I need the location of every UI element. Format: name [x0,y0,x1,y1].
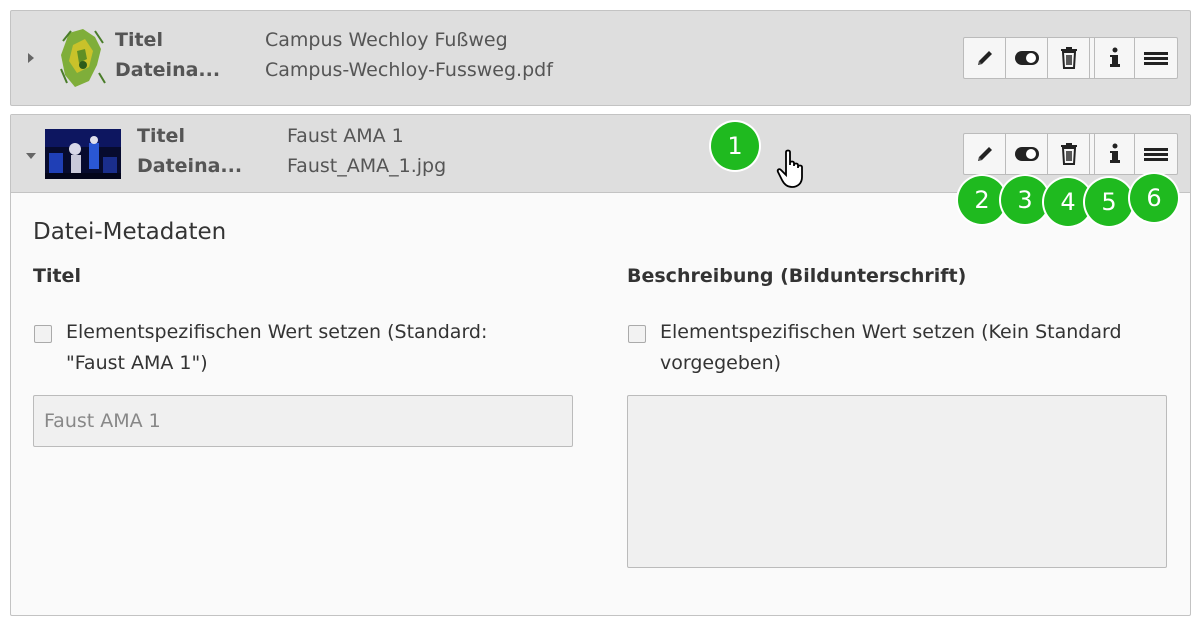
edit-button[interactable] [964,38,1006,78]
annotation-badge-3: 3 [1001,176,1049,224]
edit-button[interactable] [964,134,1006,174]
annotation-badge-5: 5 [1085,178,1133,226]
title-override-label-line1: Elementspezifischen Wert setzen (Standar… [66,321,488,343]
description-override-label: Elementspezifischen Wert setzen (Kein St… [660,317,1122,379]
drag-handle-icon [1144,148,1168,161]
pencil-icon [977,147,992,161]
title-value: Campus Wechloy Fußweg [265,29,508,51]
pencil-icon [977,51,992,65]
info-icon [1109,143,1120,163]
description-override-label-line1: Elementspezifischen Wert setzen (Kein St… [660,321,1122,343]
info-button[interactable] [1094,134,1135,174]
title-override-label-line2: "Faust AMA 1") [66,352,208,374]
toggle-icon [1014,51,1039,65]
filename-value: Faust_AMA_1.jpg [287,155,447,177]
title-override-label: Elementspezifischen Wert setzen (Standar… [66,317,487,379]
toggle-visibility-button[interactable] [1006,38,1048,78]
description-override-label-line2: vorgegeben) [660,352,782,374]
title-override-checkbox[interactable] [34,325,52,343]
info-icon [1109,47,1120,67]
filename-label: Dateina... [137,155,243,177]
annotation-badge-2: 2 [958,176,1006,224]
row-actions [963,37,1178,79]
info-button[interactable] [1094,38,1135,78]
description-textarea[interactable] [627,395,1167,568]
title-field-heading: Titel [33,265,81,287]
description-field-heading: Beschreibung (Bildunterschrift) [627,265,967,287]
title-value: Faust AMA 1 [287,125,404,147]
toggle-visibility-button[interactable] [1006,134,1048,174]
drag-handle-button[interactable] [1135,38,1177,78]
expand-caret-icon[interactable] [28,53,34,63]
map-thumbnail [55,25,111,91]
toggle-icon [1014,147,1039,161]
title-label: Titel [115,29,163,51]
description-override-checkbox[interactable] [628,325,646,343]
row-actions [963,133,1178,175]
delete-button[interactable] [1048,38,1090,78]
trash-icon [1060,47,1077,69]
drag-handle-button[interactable] [1135,134,1177,174]
filename-value: Campus-Wechloy-Fussweg.pdf [265,59,553,81]
section-title: Datei-Metadaten [33,219,227,245]
annotation-badge-6: 6 [1130,174,1178,222]
drag-handle-icon [1144,52,1168,65]
photo-thumbnail [45,129,121,179]
trash-icon [1060,143,1077,165]
delete-button[interactable] [1048,134,1090,174]
file-reference-campus: Titel Dateina... Campus Wechloy Fußweg C… [10,10,1191,106]
collapse-caret-icon[interactable] [26,153,36,159]
filename-label: Dateina... [115,59,221,81]
hand-cursor-icon [776,149,803,188]
annotation-badge-1: 1 [711,122,759,170]
title-input[interactable]: Faust AMA 1 [33,395,573,447]
title-label: Titel [137,125,185,147]
